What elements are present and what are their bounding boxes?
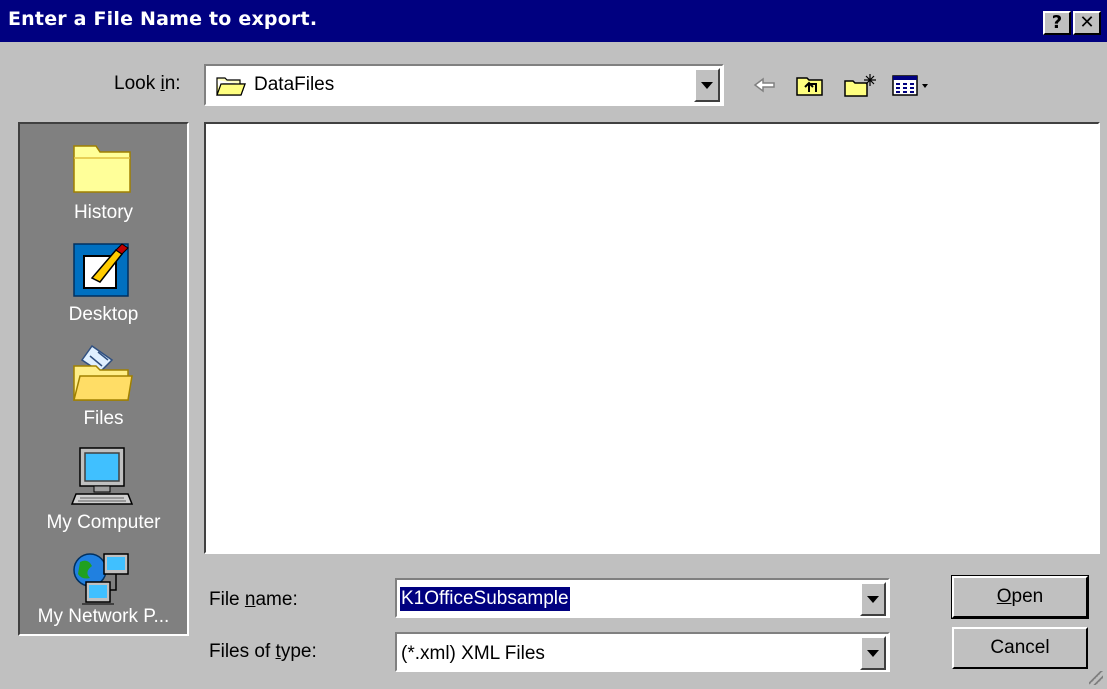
up-one-level-icon[interactable] bbox=[795, 72, 825, 98]
file-type-value: (*.xml) XML Files bbox=[401, 643, 545, 664]
window-title: Enter a File Name to export. bbox=[8, 8, 318, 30]
places-bar: History Desktop Files My Computer My Net… bbox=[18, 122, 189, 636]
resize-grip[interactable] bbox=[1089, 671, 1103, 685]
create-new-folder-icon[interactable] bbox=[843, 72, 877, 98]
file-type-label: Files of type: bbox=[209, 641, 317, 662]
history-folder-icon bbox=[73, 145, 131, 193]
file-list[interactable] bbox=[204, 122, 1100, 554]
my-computer-icon bbox=[70, 447, 134, 505]
file-name-combo[interactable]: K1OfficeSubsample bbox=[395, 578, 890, 618]
look-in-label: Look in: bbox=[114, 73, 181, 94]
open-button[interactable]: Open bbox=[951, 575, 1089, 619]
place-label: My Computer bbox=[46, 512, 161, 533]
place-files[interactable]: Files bbox=[20, 342, 187, 442]
place-label: My Network P... bbox=[37, 606, 170, 627]
view-menu-icon[interactable] bbox=[891, 72, 937, 98]
look-in-dropdown[interactable]: DataFiles bbox=[204, 64, 724, 106]
file-type-dropdown-button[interactable] bbox=[860, 636, 886, 670]
look-in-dropdown-button[interactable] bbox=[694, 68, 720, 102]
place-label: Files bbox=[83, 408, 124, 429]
place-label: Desktop bbox=[68, 304, 139, 325]
look-in-value: DataFiles bbox=[254, 74, 335, 95]
file-name-label: File name: bbox=[209, 589, 298, 610]
cancel-button[interactable]: Cancel bbox=[952, 627, 1088, 669]
back-arrow-icon[interactable] bbox=[752, 72, 778, 98]
file-name-input[interactable]: K1OfficeSubsample bbox=[399, 586, 571, 612]
help-button[interactable]: ? bbox=[1043, 11, 1071, 35]
file-name-dropdown-button[interactable] bbox=[860, 582, 886, 616]
title-bar: Enter a File Name to export. ? ✕ bbox=[0, 0, 1107, 44]
close-button[interactable]: ✕ bbox=[1073, 11, 1101, 35]
place-desktop[interactable]: Desktop bbox=[20, 238, 187, 338]
place-history[interactable]: History bbox=[20, 136, 187, 236]
place-my-computer[interactable]: My Computer bbox=[20, 446, 187, 546]
file-type-dropdown[interactable]: (*.xml) XML Files bbox=[395, 632, 890, 672]
folder-icon bbox=[216, 77, 246, 96]
files-folder-icon bbox=[73, 344, 133, 401]
desktop-icon bbox=[73, 243, 129, 297]
network-places-icon bbox=[73, 553, 129, 605]
place-my-network[interactable]: My Network P... bbox=[20, 550, 187, 636]
place-label: History bbox=[73, 202, 134, 223]
